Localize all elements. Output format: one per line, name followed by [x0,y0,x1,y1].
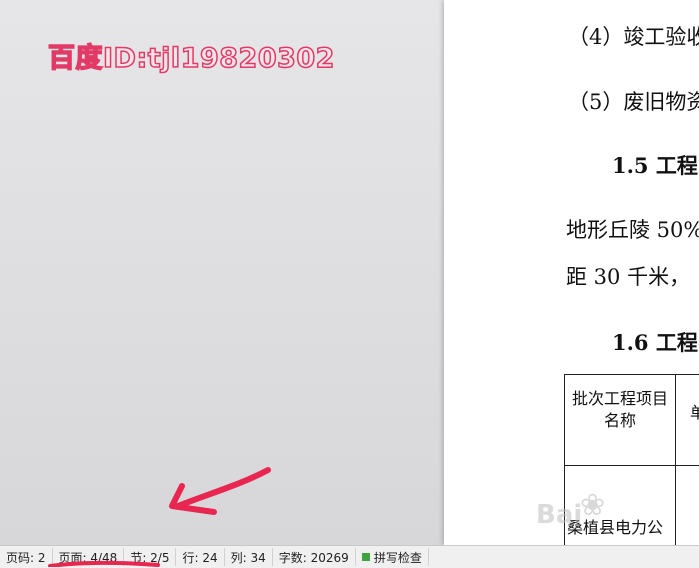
status-page-code[interactable]: 页码: 2 [0,548,53,566]
baidu-paw-icon: ❀ [580,488,606,523]
status-row[interactable]: 行: 24 [176,548,225,566]
doc-line-4: （4）竣工验收 [568,25,699,49]
doc-line-terrain: 地形丘陵 50% [566,218,699,242]
status-column[interactable]: 列: 34 [225,548,273,566]
doc-line-5: （5）废旧物资 [568,90,699,114]
document-workspace: 百度ID:tjl19820302 （4）竣工验收 （5）废旧物资 1.5 工程 … [0,0,699,545]
status-word-count[interactable]: 字数: 20269 [273,548,356,566]
table-header-cell-2: 单 [689,405,699,422]
watermark-baidu-logo: Bai [536,500,583,530]
spell-check-label: 拼写检查 [373,550,422,565]
document-page[interactable]: （4）竣工验收 （5）废旧物资 1.5 工程 地形丘陵 50% 距 30 千米，… [444,0,699,545]
doc-line-distance: 距 30 千米， [566,265,691,289]
status-spell-check[interactable]: 拼写检查 [356,548,429,566]
spell-check-icon [361,553,370,561]
doc-heading-1-5: 1.5 工程 [612,153,698,178]
status-section[interactable]: 节: 2/5 [124,548,177,566]
status-page[interactable]: 页面: 4/48 [53,548,125,566]
doc-heading-1-6: 1.6 工程 [612,330,698,355]
status-bar: 页码: 2 页面: 4/48 节: 2/5 行: 24 列: 34 字数: 20… [0,545,699,568]
table-header-cell: 批次工程项目名称 [571,391,668,430]
